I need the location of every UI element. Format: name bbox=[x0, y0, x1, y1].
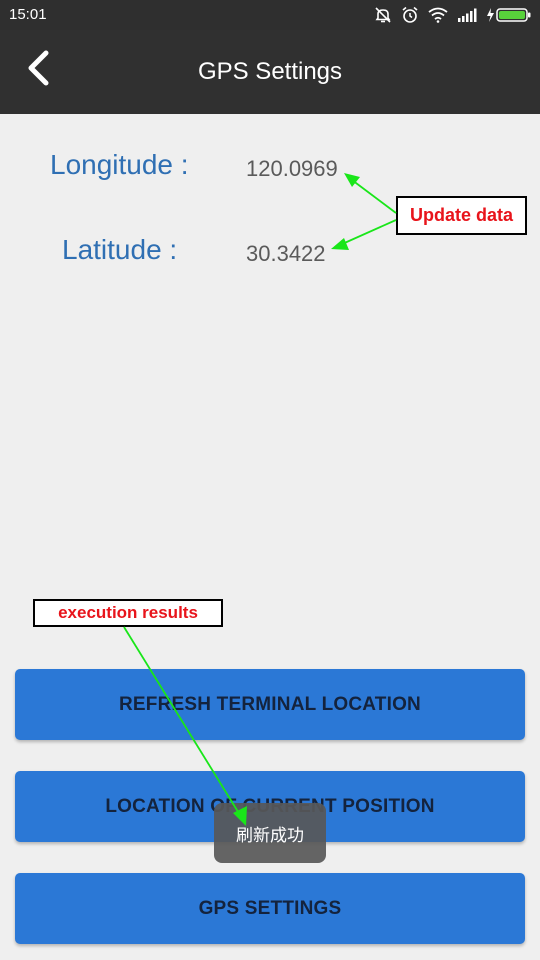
alarm-icon bbox=[401, 6, 419, 24]
annotation-execution-results: execution results bbox=[33, 599, 223, 627]
app-bar: GPS Settings bbox=[0, 30, 540, 114]
status-bar: 15:01 bbox=[0, 0, 540, 30]
status-time: 15:01 bbox=[9, 6, 47, 23]
arrow-to-longitude bbox=[351, 179, 397, 214]
latitude-label: Latitude : bbox=[62, 234, 178, 265]
arrow-head-longitude bbox=[344, 173, 360, 187]
arrow-to-latitude bbox=[339, 219, 397, 246]
status-icons bbox=[374, 6, 532, 24]
mute-icon bbox=[374, 6, 392, 24]
latitude-value: 30.3422 bbox=[246, 241, 326, 266]
signal-icon bbox=[457, 7, 477, 23]
toast-message: 刷新成功 bbox=[214, 803, 326, 863]
gps-settings-button[interactable]: GPS SETTINGS bbox=[15, 873, 525, 944]
page-title: GPS Settings bbox=[197, 58, 343, 85]
longitude-value: 120.0969 bbox=[246, 156, 338, 181]
refresh-terminal-location-button[interactable]: REFRESH TERMINAL LOCATION bbox=[15, 669, 525, 740]
wifi-icon bbox=[428, 7, 448, 23]
longitude-label: Longitude : bbox=[50, 149, 189, 180]
annotation-update-data: Update data bbox=[396, 196, 527, 235]
arrow-head-latitude bbox=[331, 238, 349, 250]
battery-charging-icon bbox=[486, 7, 532, 23]
